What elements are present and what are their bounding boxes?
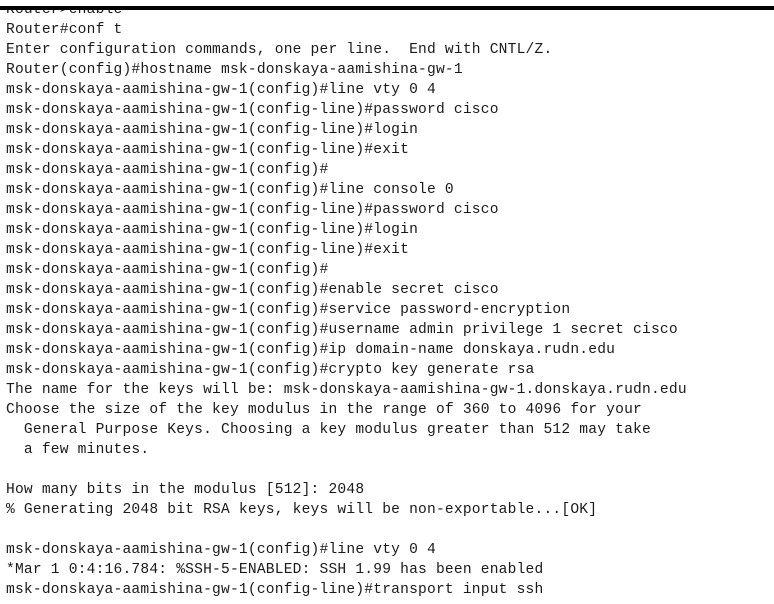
- terminal-line: msk-donskaya-aamishina-gw-1(config)#: [6, 162, 329, 178]
- terminal-line: msk-donskaya-aamishina-gw-1(config)#line…: [6, 82, 436, 98]
- terminal-line: msk-donskaya-aamishina-gw-1(config)#cryp…: [6, 362, 535, 378]
- terminal-line: msk-donskaya-aamishina-gw-1(config)#: [6, 262, 329, 278]
- terminal-line: a few minutes.: [6, 442, 150, 458]
- terminal-line: msk-donskaya-aamishina-gw-1(config-line)…: [6, 582, 544, 598]
- terminal-line: msk-donskaya-aamishina-gw-1(config)#ip d…: [6, 342, 616, 358]
- terminal-line: Router>enable: [6, 2, 123, 18]
- terminal-line: msk-donskaya-aamishina-gw-1(config-line)…: [6, 222, 419, 238]
- terminal-line: How many bits in the modulus [512]: 2048: [6, 482, 365, 498]
- terminal-line: msk-donskaya-aamishina-gw-1(config-line)…: [6, 142, 410, 158]
- terminal-line: Enter configuration commands, one per li…: [6, 42, 553, 58]
- terminal-line: Router#conf t: [6, 22, 123, 38]
- terminal-line: Choose the size of the key modulus in th…: [6, 402, 642, 418]
- terminal-line: msk-donskaya-aamishina-gw-1(config)#user…: [6, 322, 678, 338]
- terminal-line: msk-donskaya-aamishina-gw-1(config-line)…: [6, 122, 419, 138]
- terminal-line: Router(config)#hostname msk-donskaya-aam…: [6, 62, 463, 78]
- terminal-line: *Mar 1 0:4:16.784: %SSH-5-ENABLED: SSH 1…: [6, 562, 544, 578]
- terminal-line: General Purpose Keys. Choosing a key mod…: [6, 422, 651, 438]
- terminal-line: The name for the keys will be: msk-donsk…: [6, 382, 687, 398]
- terminal-line: msk-donskaya-aamishina-gw-1(config-line)…: [6, 242, 410, 258]
- terminal-line: msk-donskaya-aamishina-gw-1(config-line)…: [6, 102, 499, 118]
- terminal-output[interactable]: Router>enable Router#conf t Enter config…: [6, 0, 774, 604]
- terminal-line: msk-donskaya-aamishina-gw-1(config)#enab…: [6, 282, 499, 298]
- terminal-line: % Generating 2048 bit RSA keys, keys wil…: [6, 502, 598, 518]
- terminal-line: msk-donskaya-aamishina-gw-1(config-line)…: [6, 202, 499, 218]
- terminal-lines: Router>enable Router#conf t Enter config…: [6, 0, 687, 600]
- terminal-line: msk-donskaya-aamishina-gw-1(config)#serv…: [6, 302, 571, 318]
- terminal-line: msk-donskaya-aamishina-gw-1(config)#line…: [6, 542, 436, 558]
- terminal-line: msk-donskaya-aamishina-gw-1(config)#line…: [6, 182, 454, 198]
